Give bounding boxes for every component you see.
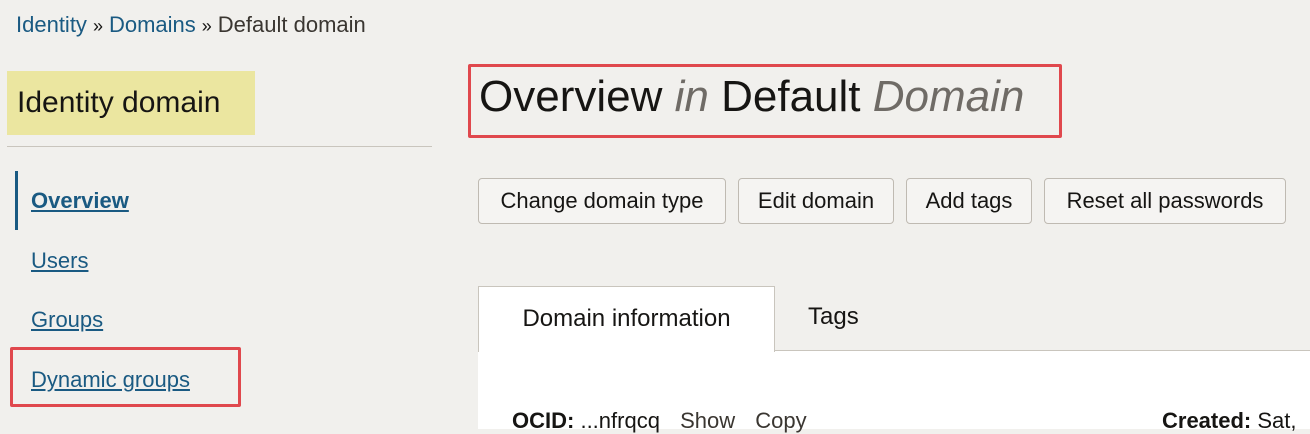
ocid-value: ...nfrqcq (580, 408, 660, 433)
breadcrumb-separator: » (201, 16, 212, 36)
created-row: Created: Sat, (1162, 408, 1297, 434)
created-label: Created: (1162, 408, 1252, 433)
sidebar-divider (7, 146, 432, 147)
dynamic-groups-highlight (10, 347, 241, 407)
edit-domain-button[interactable]: Edit domain (738, 178, 894, 224)
sidebar-title: Identity domain (7, 71, 255, 135)
add-tags-button[interactable]: Add tags (906, 178, 1032, 224)
sidebar-item-overview[interactable]: Overview (31, 188, 129, 214)
tab-divider (774, 350, 1310, 351)
breadcrumb-separator: » (92, 16, 103, 36)
reset-all-passwords-button[interactable]: Reset all passwords (1044, 178, 1286, 224)
breadcrumb-current: Default domain (217, 12, 366, 37)
breadcrumb-domains[interactable]: Domains (109, 12, 196, 37)
created-value: Sat, (1257, 408, 1297, 433)
ocid-show-link[interactable]: Show (680, 408, 735, 433)
sidebar-item-users[interactable]: Users (31, 248, 88, 274)
breadcrumb: Identity» Domains» Default domain (16, 12, 366, 38)
sidebar-item-groups[interactable]: Groups (31, 307, 103, 333)
tab-domain-information[interactable]: Domain information (478, 286, 775, 352)
ocid-copy-link[interactable]: Copy (755, 408, 806, 433)
tab-tags[interactable]: Tags (808, 303, 859, 331)
breadcrumb-identity[interactable]: Identity (16, 12, 87, 37)
active-indicator (15, 171, 18, 230)
ocid-label: OCID: (512, 408, 575, 433)
change-domain-type-button[interactable]: Change domain type (478, 178, 726, 224)
page-title-highlight (468, 64, 1062, 138)
ocid-row: OCID: ...nfrqcq Show Copy (512, 408, 807, 434)
